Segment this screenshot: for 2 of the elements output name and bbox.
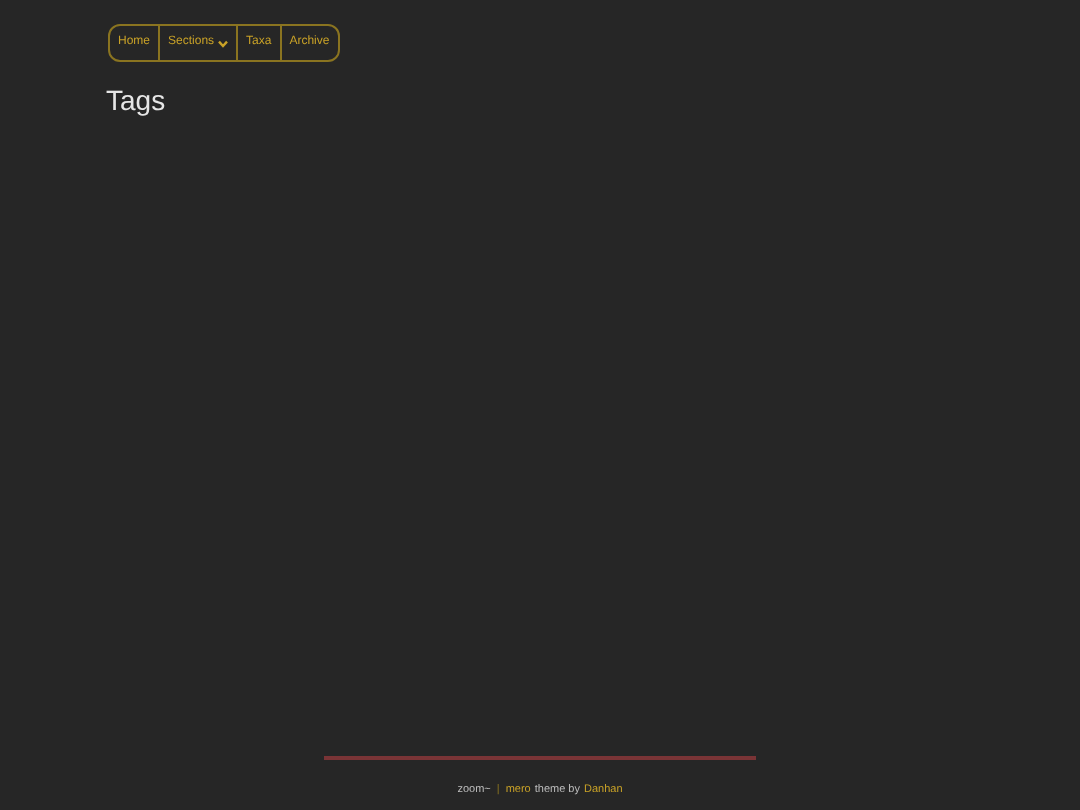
chevron-down-icon [218,39,229,47]
page-title: Tags [106,82,168,120]
